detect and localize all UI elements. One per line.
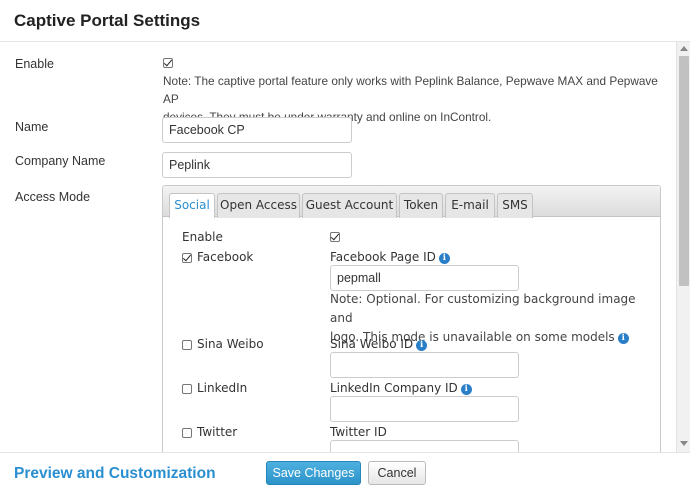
tab-guest-account[interactable]: Guest Account — [302, 193, 397, 218]
linkedin-checkbox[interactable] — [182, 384, 192, 394]
tab-open-access[interactable]: Open Access — [217, 193, 300, 218]
scrollbar-thumb[interactable] — [679, 56, 689, 286]
tab-social[interactable]: Social — [169, 193, 215, 218]
company-name-input[interactable] — [162, 152, 352, 178]
dialog-title: Captive Portal Settings — [14, 11, 201, 30]
access-mode-label: Access Mode — [15, 190, 91, 204]
enable-note-line1: Note: The captive portal feature only wo… — [163, 74, 658, 106]
vertical-scrollbar[interactable] — [676, 42, 690, 452]
twitter-id-input[interactable] — [330, 440, 519, 452]
twitter-id-label: Twitter ID — [330, 425, 387, 439]
sina-weibo-id-text: Sina Weibo ID — [330, 337, 414, 351]
tab-token[interactable]: Token — [399, 193, 443, 218]
linkedin-company-id-input[interactable] — [330, 396, 519, 422]
facebook-page-id-label: Facebook Page ID i — [330, 250, 450, 264]
tab-email[interactable]: E-mail — [445, 193, 495, 218]
cancel-button[interactable]: Cancel — [368, 461, 426, 485]
linkedin-company-id-label: LinkedIn Company ID i — [330, 381, 472, 395]
info-icon[interactable]: i — [416, 340, 428, 351]
info-icon[interactable]: i — [460, 384, 472, 395]
info-icon[interactable]: i — [438, 253, 450, 264]
twitter-checkbox[interactable] — [182, 428, 192, 438]
captive-portal-dialog: Captive Portal Settings Enable Note: The… — [0, 0, 690, 494]
access-mode-tab-bar: Social Open Access Guest Account Token E… — [163, 186, 660, 218]
facebook-checkbox[interactable] — [182, 253, 192, 263]
facebook-note-line1: Note: Optional. For customizing backgrou… — [330, 292, 636, 325]
preview-customization-link[interactable]: Preview and Customization — [14, 465, 216, 483]
enable-label: Enable — [15, 57, 54, 71]
social-enable-label: Enable — [182, 230, 223, 244]
social-enable-checkbox[interactable] — [330, 232, 340, 242]
name-label: Name — [15, 120, 49, 134]
dialog-header: Captive Portal Settings — [0, 0, 690, 42]
scroll-up-arrow-icon[interactable] — [680, 46, 688, 51]
tab-sms[interactable]: SMS — [497, 193, 533, 218]
dialog-body: Enable Note: The captive portal feature … — [0, 42, 676, 452]
facebook-label: Facebook — [197, 250, 254, 264]
scroll-down-arrow-icon[interactable] — [680, 441, 688, 446]
save-changes-button[interactable]: Save Changes — [266, 461, 361, 485]
sina-weibo-label: Sina Weibo — [197, 337, 264, 351]
enable-checkbox[interactable] — [163, 58, 173, 68]
name-input[interactable] — [162, 117, 352, 143]
sina-weibo-id-label: Sina Weibo ID i — [330, 337, 428, 351]
linkedin-label: LinkedIn — [197, 381, 248, 395]
dialog-footer: Preview and Customization Save Changes C… — [0, 452, 690, 494]
facebook-page-id-input[interactable] — [330, 265, 519, 291]
info-icon[interactable]: i — [617, 333, 629, 344]
sina-weibo-id-input[interactable] — [330, 352, 519, 378]
linkedin-company-id-text: LinkedIn Company ID — [330, 381, 458, 395]
sina-weibo-checkbox[interactable] — [182, 340, 192, 350]
facebook-page-id-text: Facebook Page ID — [330, 250, 436, 264]
twitter-label: Twitter — [197, 425, 238, 439]
company-name-label: Company Name — [15, 154, 106, 168]
